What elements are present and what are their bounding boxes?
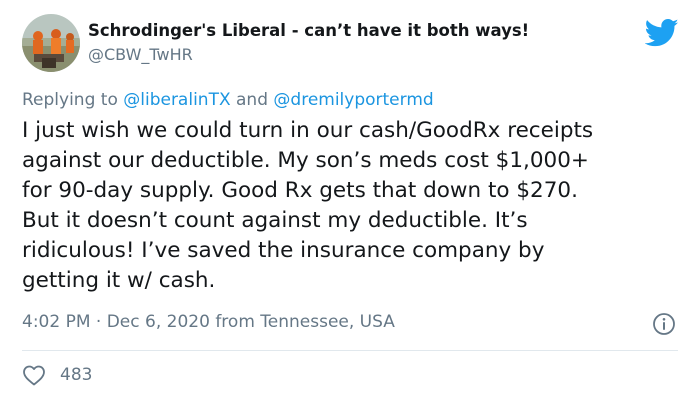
- tweet-card: Schrodinger's Liberal - can’t have it bo…: [0, 0, 700, 402]
- heart-icon[interactable]: [22, 364, 46, 386]
- reply-context: Replying to @liberalinTX and @dremilypor…: [22, 90, 434, 110]
- reply-joiner: and: [236, 90, 268, 110]
- tweet-text-line: against our deductible. My son’s meds co…: [22, 148, 589, 173]
- divider: [22, 350, 678, 351]
- tweet-date[interactable]: Dec 6, 2020: [107, 312, 210, 332]
- tweet-text-line: getting it w/ cash.: [22, 268, 216, 293]
- tweet-location: from Tennessee, USA: [215, 312, 395, 332]
- mention-link[interactable]: @dremilyportermd: [273, 90, 433, 110]
- tweet-time[interactable]: 4:02 PM: [22, 312, 91, 332]
- tweet-metadata: 4:02 PM · Dec 6, 2020 from Tennessee, US…: [22, 312, 395, 332]
- like-button[interactable]: 483: [22, 362, 92, 388]
- tweet-body: I just wish we could turn in our cash/Go…: [22, 116, 682, 296]
- tweet-text-line: I just wish we could turn in our cash/Go…: [22, 118, 594, 143]
- display-name[interactable]: Schrodinger's Liberal - can’t have it bo…: [88, 21, 529, 40]
- tweet-text-line: ridiculous! I’ve saved the insurance com…: [22, 238, 545, 263]
- meta-separator: ·: [95, 312, 102, 332]
- twitter-bird-icon[interactable]: [644, 18, 679, 48]
- avatar[interactable]: [22, 14, 80, 72]
- reply-prefix: Replying to: [22, 90, 118, 110]
- like-count: 483: [60, 365, 93, 385]
- tweet-text-line: for 90-day supply. Good Rx gets that dow…: [22, 178, 578, 203]
- user-handle[interactable]: @CBW_TwHR: [88, 45, 193, 64]
- mention-link[interactable]: @liberalinTX: [123, 90, 230, 110]
- info-icon[interactable]: [652, 312, 676, 336]
- tweet-text-line: But it doesn’t count against my deductib…: [22, 208, 528, 233]
